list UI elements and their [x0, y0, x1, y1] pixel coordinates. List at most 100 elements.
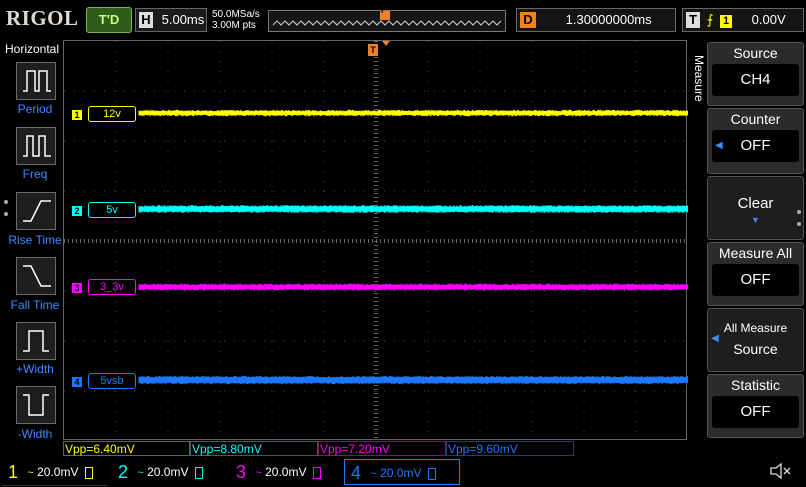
- center-tick: [374, 437, 378, 438]
- grid-dot: [219, 351, 221, 352]
- ch4-status-button[interactable]: 4 ~ 20.0mV: [344, 459, 460, 485]
- grid-dot: [427, 161, 429, 162]
- counter-title: Counter: [730, 111, 781, 127]
- grid-dot: [583, 181, 585, 182]
- memory-overview-bar[interactable]: [268, 10, 506, 32]
- ch2-marker[interactable]: 2: [72, 206, 82, 216]
- grid-dot: [434, 290, 435, 292]
- grid-dot: [115, 411, 117, 412]
- grid-dot: [554, 140, 555, 142]
- ch2-status-button[interactable]: 2 ~ 20.0mV: [112, 459, 222, 485]
- all-measure-source-menu-item[interactable]: ◀ All Measure Source: [707, 308, 804, 372]
- grid-dot: [167, 301, 169, 302]
- neg-width-button[interactable]: [16, 386, 56, 424]
- center-tick: [374, 265, 378, 266]
- grid-dot: [271, 431, 273, 432]
- clear-menu-item[interactable]: Clear ▼: [707, 176, 804, 240]
- grid-dot: [144, 390, 145, 392]
- center-tick: [352, 239, 353, 243]
- grid-dot: [427, 51, 429, 52]
- grid-dot: [427, 391, 429, 392]
- grid-dot: [115, 161, 117, 162]
- grid-dot: [115, 61, 117, 62]
- fall-time-button[interactable]: [16, 257, 56, 295]
- grid-dot: [304, 90, 305, 92]
- grid-dot: [104, 190, 105, 192]
- center-tick: [374, 361, 378, 362]
- grid-dot: [427, 71, 429, 72]
- grid-dot: [115, 191, 117, 192]
- grid-dot: [154, 90, 155, 92]
- timebase-readout[interactable]: H 5.00ms: [135, 8, 207, 32]
- grid-dot: [635, 351, 637, 352]
- grid-dot: [167, 131, 169, 132]
- grid-dot: [664, 290, 665, 292]
- grid-dot: [554, 390, 555, 392]
- delay-readout[interactable]: D 1.30000000ms: [516, 8, 676, 32]
- ac-coupling-icon: ~: [255, 467, 262, 479]
- center-tick: [374, 261, 378, 262]
- center-tick: [616, 239, 617, 243]
- grid-dot: [531, 221, 533, 222]
- grid-dot: [531, 331, 533, 332]
- grid-dot: [635, 281, 637, 282]
- pos-width-button[interactable]: [16, 322, 56, 360]
- grid-dot: [635, 91, 637, 92]
- grid-dot: [674, 190, 675, 192]
- grid-dot: [644, 290, 645, 292]
- grid-dot: [374, 390, 375, 392]
- trigger-readout[interactable]: T ⨍ 1 0.00V: [682, 8, 804, 32]
- grid-dot: [271, 271, 273, 272]
- grid-dot: [167, 361, 169, 362]
- center-tick: [268, 239, 269, 243]
- grid-dot: [244, 90, 245, 92]
- grid-dot: [167, 421, 169, 422]
- grid-dot: [544, 340, 545, 342]
- grid-dot: [479, 421, 481, 422]
- grid-dot: [324, 90, 325, 92]
- grid-dot: [271, 221, 273, 222]
- grid-dot: [531, 101, 533, 102]
- period-button[interactable]: [16, 62, 56, 100]
- rise-time-button[interactable]: [16, 192, 56, 230]
- grid-dot: [134, 390, 135, 392]
- grid-dot: [531, 191, 533, 192]
- ch3-marker[interactable]: 3: [72, 283, 82, 293]
- sound-muted-icon[interactable]: [768, 461, 792, 481]
- ch1-marker[interactable]: 1: [72, 110, 82, 120]
- grid-dot: [654, 390, 655, 392]
- grid-dot: [214, 90, 215, 92]
- ch3-status-button[interactable]: 3 ~ 20.0mV: [230, 459, 340, 485]
- center-tick: [374, 365, 378, 366]
- ch4-marker[interactable]: 4: [72, 377, 82, 387]
- grid-dot: [624, 290, 625, 292]
- grid-dot: [323, 251, 325, 252]
- grid-dot: [244, 390, 245, 392]
- grid-dot: [634, 340, 635, 342]
- grid-dot: [531, 141, 533, 142]
- trigger-position-marker[interactable]: T: [368, 44, 378, 56]
- measure-all-menu-item[interactable]: Measure All OFF: [707, 242, 804, 306]
- grid-dot: [334, 340, 335, 342]
- grid-dot: [323, 431, 325, 432]
- source-menu-item[interactable]: Source CH4: [707, 42, 804, 106]
- grid-dot: [375, 131, 377, 132]
- grid-dot: [104, 390, 105, 392]
- counter-value: OFF: [740, 137, 771, 154]
- statistic-menu-item[interactable]: Statistic OFF: [707, 374, 804, 438]
- grid-dot: [115, 261, 117, 262]
- center-tick: [112, 239, 113, 243]
- grid-dot: [479, 401, 481, 402]
- statistic-value: OFF: [740, 403, 771, 420]
- grid-dot: [404, 90, 405, 92]
- grid-dot: [479, 351, 481, 352]
- center-tick: [360, 239, 361, 243]
- center-tick: [374, 201, 378, 202]
- ch1-status-button[interactable]: 1 ~ 20.0mV: [2, 459, 108, 486]
- counter-menu-item[interactable]: Counter ◀ OFF: [707, 108, 804, 174]
- freq-button[interactable]: [16, 127, 56, 165]
- run-status-badge[interactable]: T'D: [86, 7, 132, 33]
- grid-dot: [394, 240, 395, 242]
- waveform-display[interactable]: [63, 40, 689, 442]
- center-tick: [440, 239, 441, 243]
